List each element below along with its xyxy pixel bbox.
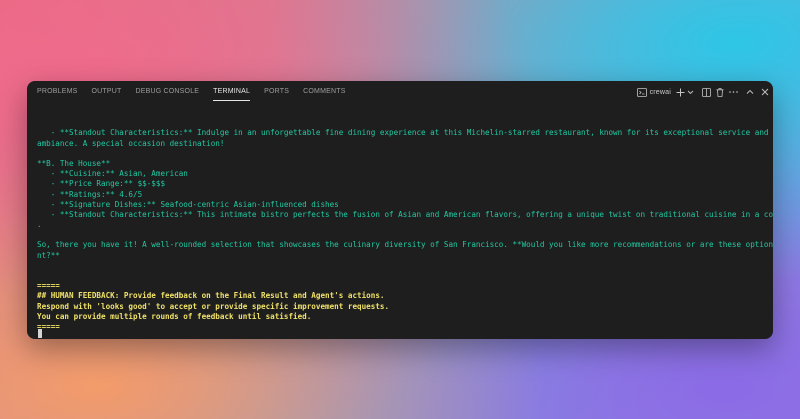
plus-icon (676, 88, 685, 96)
terminal-line: - **Standout Characteristics:** Indulge … (37, 128, 773, 138)
tab-output[interactable]: OUTPUT (92, 81, 122, 103)
panel-tabs: PROBLEMS OUTPUT DEBUG CONSOLE TERMINAL P… (27, 81, 360, 103)
trash-icon (716, 87, 724, 97)
chevron-down-icon (687, 90, 694, 95)
terminal-line: ambiance. A special occasion destination… (37, 138, 225, 148)
terminal-cursor (38, 329, 42, 338)
terminal-line: - **Price Range:** $$-$$$ (37, 179, 166, 189)
terminal-line: - **Standout Characteristics:** This int… (37, 209, 773, 219)
terminal-selector[interactable]: crewai (636, 85, 671, 99)
tab-ports[interactable]: PORTS (264, 81, 289, 103)
more-actions-button[interactable] (729, 85, 738, 99)
close-icon (761, 88, 769, 96)
tab-problems[interactable]: PROBLEMS (37, 81, 78, 103)
terminal-line: So, there you have it! A well-rounded se… (37, 240, 773, 250)
terminal-line: . (37, 220, 42, 230)
terminal-line: nt?** (37, 250, 60, 260)
terminal-line: ===== (37, 281, 60, 291)
vscode-panel: PROBLEMS OUTPUT DEBUG CONSOLE TERMINAL P… (27, 81, 773, 339)
ellipsis-icon (729, 91, 738, 93)
terminal-line: ===== (37, 321, 60, 331)
maximize-panel-button[interactable] (746, 85, 754, 99)
split-terminal-button[interactable] (702, 85, 711, 99)
terminal-line: - **Ratings:** 4.6/5 (37, 189, 143, 199)
new-terminal-button[interactable] (676, 85, 685, 99)
tab-debug-console[interactable]: DEBUG CONSOLE (135, 81, 199, 103)
panel-tab-bar: PROBLEMS OUTPUT DEBUG CONSOLE TERMINAL P… (27, 81, 773, 103)
chevron-up-icon (746, 89, 754, 94)
terminal-output[interactable]: - **Standout Characteristics:** Indulge … (37, 108, 773, 339)
kill-terminal-button[interactable] (716, 85, 724, 99)
tab-comments[interactable]: COMMENTS (303, 81, 345, 103)
terminal-line: ## HUMAN FEEDBACK: Provide feedback on t… (37, 291, 385, 301)
terminal-line: You can provide multiple rounds of feedb… (37, 311, 312, 321)
terminal-dropdown-button[interactable] (687, 85, 694, 99)
terminal-line: - **Cuisine:** Asian, American (37, 169, 188, 179)
tab-terminal[interactable]: TERMINAL (213, 81, 251, 103)
terminal-name: crewai (649, 88, 671, 96)
terminal-line: **B. The House** (37, 158, 111, 168)
terminal-icon (636, 87, 647, 97)
panel-toolbar: crewai (632, 81, 769, 103)
terminal-line: Respond with 'looks good' to accept or p… (37, 301, 390, 311)
split-icon (702, 87, 711, 97)
terminal-line: - **Signature Dishes:** Seafood-centric … (37, 199, 339, 209)
close-panel-button[interactable] (761, 85, 769, 99)
